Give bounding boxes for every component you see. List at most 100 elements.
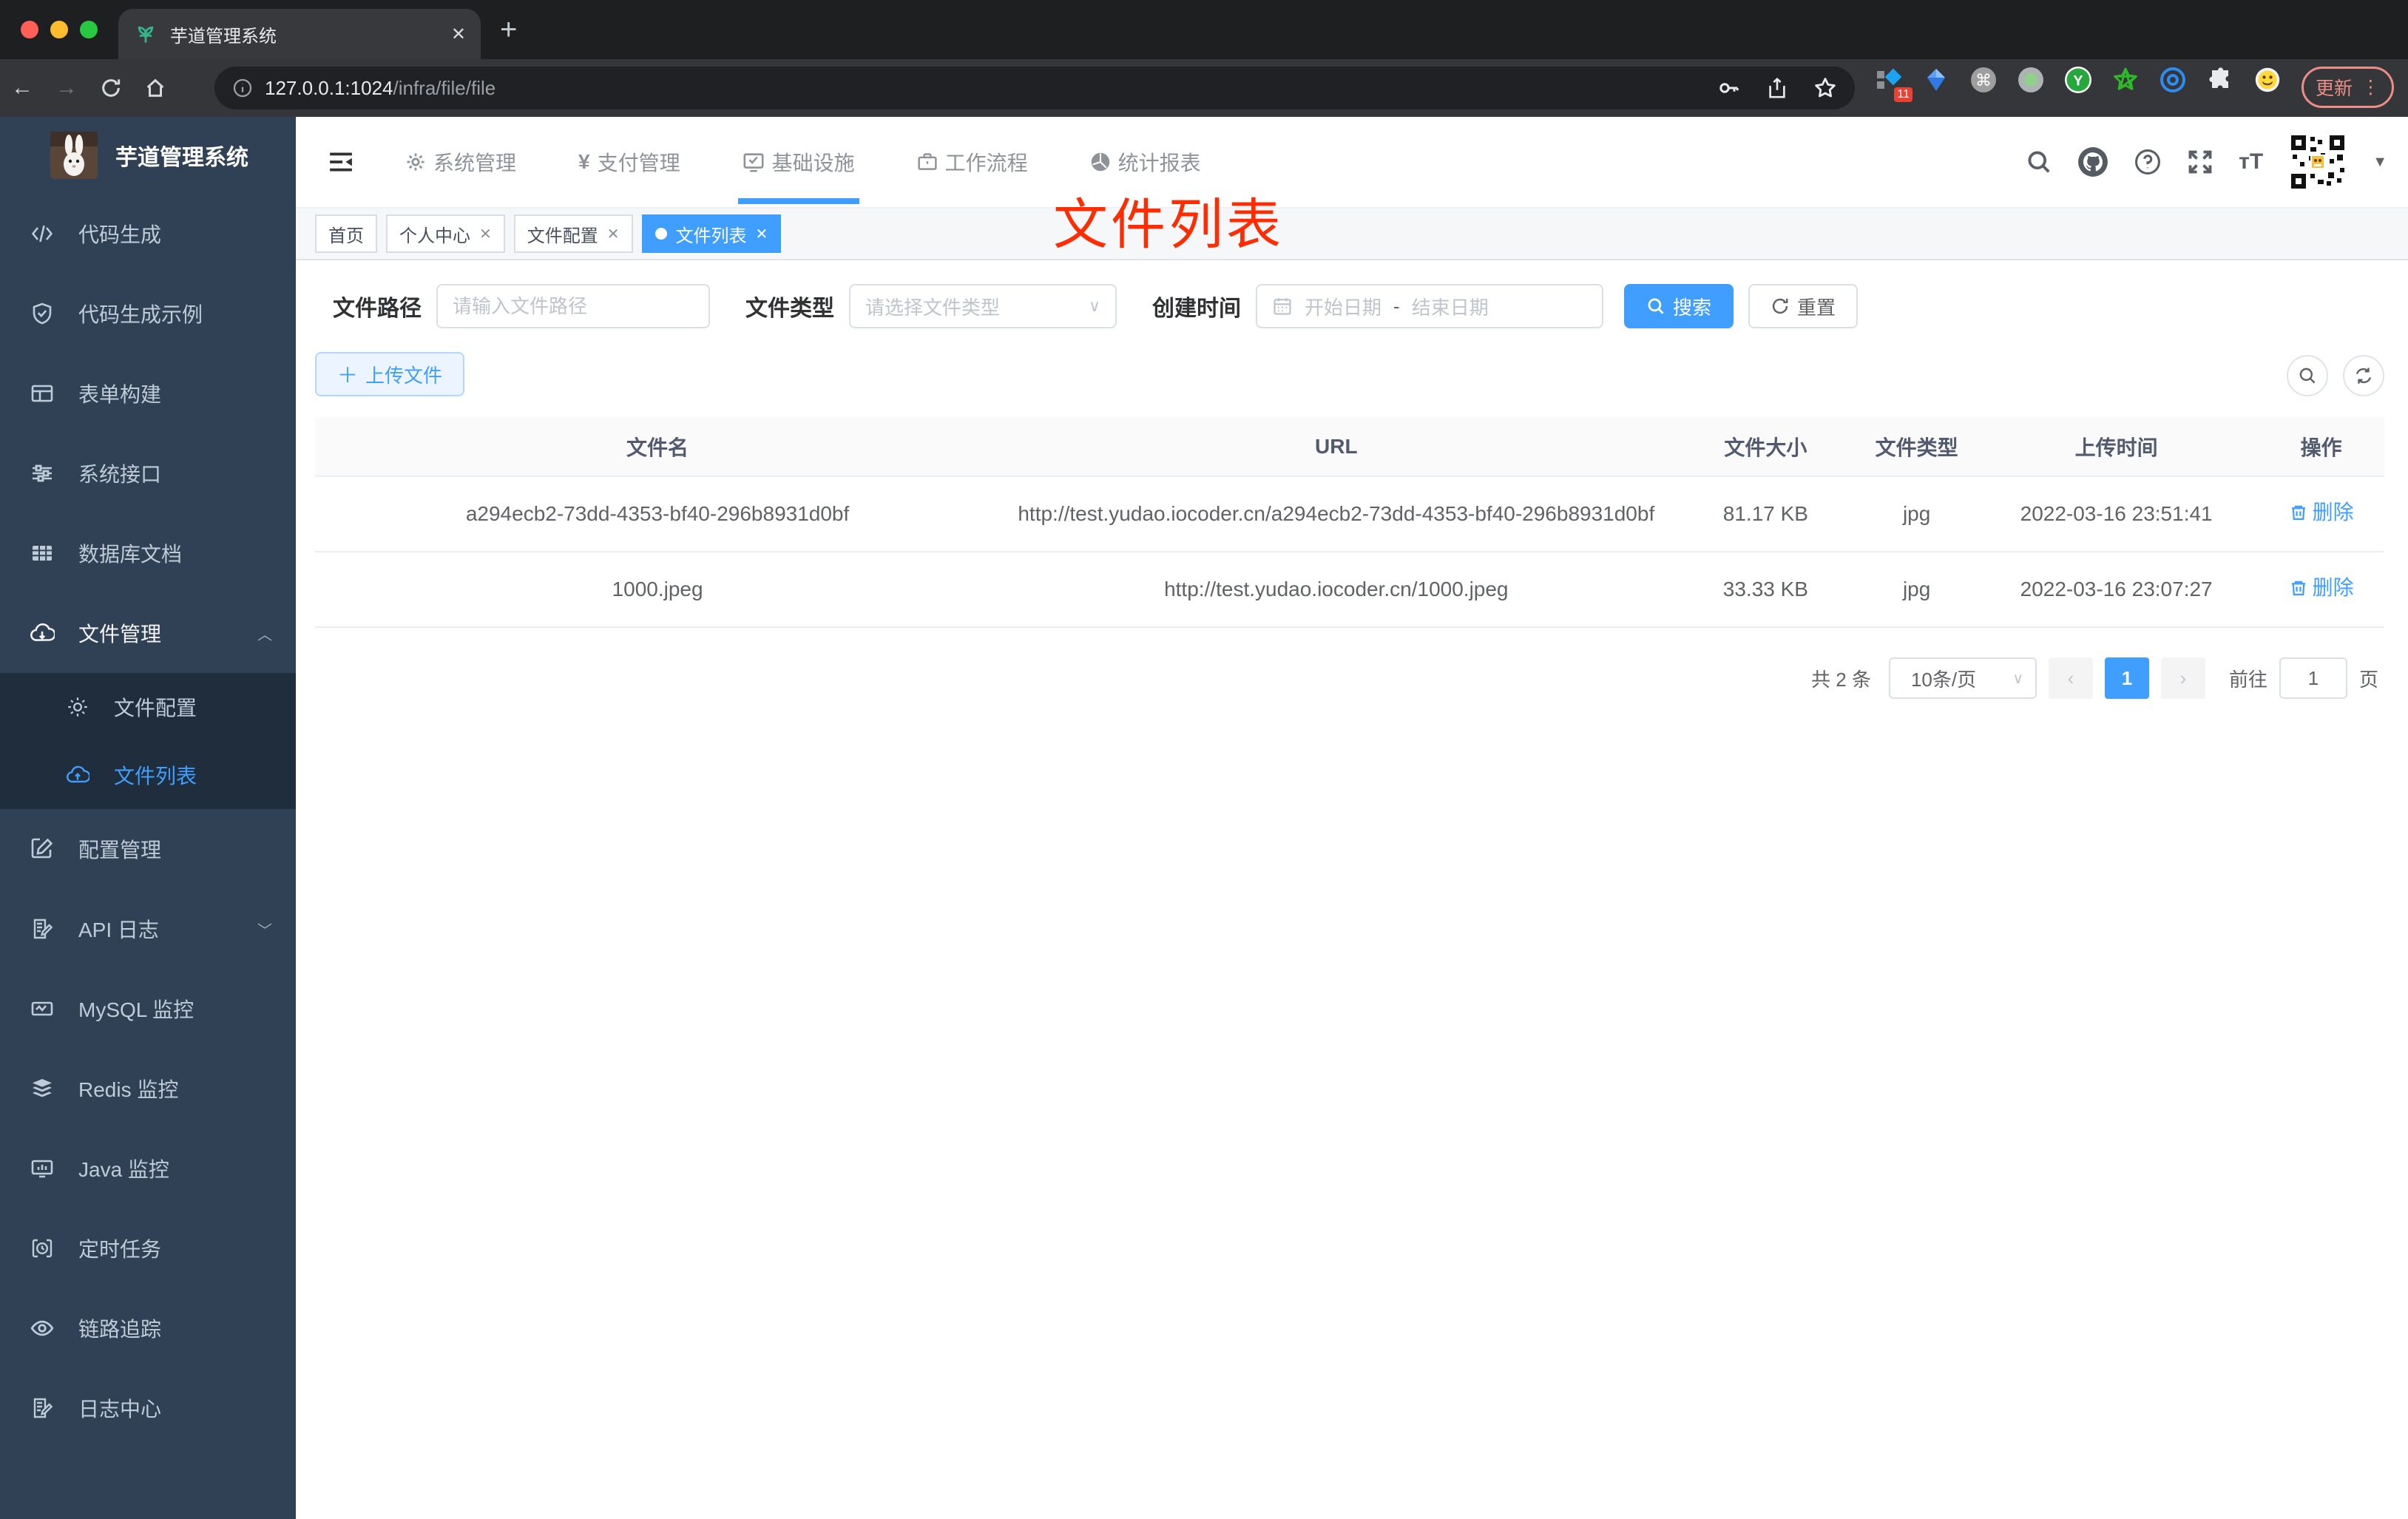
- tag-close-icon[interactable]: ✕: [479, 225, 492, 243]
- refresh-table-button[interactable]: [2343, 355, 2384, 396]
- page-1-button[interactable]: 1: [2104, 657, 2149, 699]
- sidebar-item-java-monitor[interactable]: Java 监控: [0, 1129, 296, 1208]
- sidebar-item-label: 表单构建: [78, 383, 162, 406]
- collapse-sidebar-icon[interactable]: [328, 149, 354, 175]
- sidebar-item-redis-monitor[interactable]: Redis 监控: [0, 1049, 296, 1129]
- end-date-placeholder: 结束日期: [1411, 296, 1489, 319]
- tag-profile[interactable]: 个人中心 ✕: [386, 214, 505, 253]
- show-search-toggle-button[interactable]: [2287, 355, 2328, 396]
- sidebar-item-code-gen[interactable]: 代码生成: [0, 194, 296, 274]
- top-menu-pay[interactable]: ¥ 支付管理: [547, 117, 711, 207]
- browser-tab[interactable]: 芋道管理系统 ✕: [118, 9, 481, 59]
- sidebar-item-label: Java 监控: [78, 1158, 169, 1181]
- sidebar-item-log-center[interactable]: 日志中心: [0, 1368, 296, 1448]
- active-dot: [655, 228, 667, 240]
- tag-close-icon[interactable]: ✕: [607, 225, 620, 243]
- sidebar-item-form-builder[interactable]: 表单构建: [0, 353, 296, 433]
- monitor-chart-icon: [30, 997, 55, 1021]
- reload-icon[interactable]: [89, 77, 133, 99]
- tag-home[interactable]: 首页: [315, 214, 377, 253]
- back-icon[interactable]: ←: [0, 75, 44, 101]
- sidebar-item-file-manage[interactable]: 文件管理 ︿: [0, 593, 296, 673]
- sidebar-item-config-manage[interactable]: 配置管理: [0, 809, 296, 889]
- search-button[interactable]: 搜索: [1624, 284, 1734, 328]
- extension-diamond-icon[interactable]: 11: [1876, 67, 1912, 102]
- minimize-window-button[interactable]: [50, 21, 68, 38]
- browser-menu-icon[interactable]: ⋮: [2361, 76, 2380, 98]
- search-icon[interactable]: [2026, 149, 2052, 175]
- extensions-puzzle-icon[interactable]: [2207, 67, 2233, 93]
- sidebar-item-system-api[interactable]: 系统接口: [0, 433, 296, 513]
- delete-button[interactable]: 删除: [2289, 496, 2354, 529]
- sidebar-item-code-demo[interactable]: 代码生成示例: [0, 274, 296, 353]
- reset-button[interactable]: 重置: [1748, 284, 1859, 328]
- extension-y-icon[interactable]: Y: [2065, 67, 2091, 93]
- goto-page-input[interactable]: [2279, 657, 2347, 699]
- github-icon[interactable]: [2077, 146, 2108, 177]
- select-placeholder: 请选择文件类型: [865, 296, 1001, 319]
- help-icon[interactable]: [2134, 148, 2162, 176]
- sidebar-item-api-log[interactable]: API 日志 ﹀: [0, 889, 296, 969]
- date-range-picker[interactable]: 开始日期 - 结束日期: [1256, 284, 1603, 328]
- sidebar-item-tracing[interactable]: 链路追踪: [0, 1288, 296, 1368]
- extension-grey-green-icon[interactable]: [2018, 67, 2044, 93]
- extension-command-icon[interactable]: ⌘: [1970, 67, 1997, 93]
- page-size-select[interactable]: 10条/页 ∨: [1888, 657, 2037, 699]
- next-page-button[interactable]: ›: [2160, 657, 2205, 699]
- sidebar-item-scheduled-jobs[interactable]: 定时任务: [0, 1208, 296, 1288]
- top-menu-system[interactable]: 系统管理: [374, 117, 547, 207]
- extensions-row: 11 ⌘ Y: [1876, 67, 2281, 102]
- home-icon[interactable]: [133, 77, 177, 99]
- cell-url: http://test.yudao.iocoder.cn/a294ecb2-73…: [1000, 476, 1673, 552]
- extension-kite-icon[interactable]: [1923, 67, 1949, 93]
- cell-size: 81.17 KB: [1672, 476, 1859, 552]
- sidebar-item-file-config[interactable]: 文件配置: [0, 673, 296, 741]
- top-menu-infra[interactable]: 基础设施: [711, 117, 886, 207]
- app-logo[interactable]: 芋道管理系统: [0, 117, 296, 194]
- delete-button[interactable]: 删除: [2289, 572, 2354, 604]
- extension-emoji-icon[interactable]: [2254, 67, 2281, 93]
- sidebar-item-label: MySQL 监控: [78, 998, 195, 1021]
- password-key-icon[interactable]: [1717, 76, 1741, 100]
- url-host: 127.0.0.1:1024: [265, 76, 393, 99]
- top-menu-workflow[interactable]: 工作流程: [886, 117, 1059, 207]
- zoom-window-button[interactable]: [80, 21, 98, 38]
- site-info-icon[interactable]: [232, 78, 253, 98]
- reset-button-label: 重置: [1797, 296, 1836, 319]
- tab-close-icon[interactable]: ✕: [451, 24, 466, 45]
- close-window-button[interactable]: [21, 21, 38, 38]
- share-icon[interactable]: [1766, 77, 1788, 99]
- font-size-icon[interactable]: ᴛT: [2239, 149, 2263, 175]
- upload-file-button[interactable]: ＋ 上传文件: [315, 352, 465, 396]
- avatar[interactable]: [2288, 132, 2348, 192]
- top-menu-label: 支付管理: [597, 152, 680, 175]
- top-menu-report[interactable]: 统计报表: [1059, 117, 1232, 207]
- col-size: 文件大小: [1672, 417, 1859, 477]
- file-path-input[interactable]: [436, 284, 710, 328]
- file-type-select[interactable]: 请选择文件类型 ∨: [849, 284, 1117, 328]
- url-bar[interactable]: 127.0.0.1:1024/infra/file/file: [214, 67, 1855, 109]
- extension-eye-icon[interactable]: [2160, 67, 2186, 93]
- browser-update-button[interactable]: 更新 ⋮: [2302, 67, 2395, 108]
- cell-upload-time: 2022-03-16 23:51:41: [1974, 476, 2259, 552]
- extension-star-icon[interactable]: [2112, 67, 2139, 93]
- avatar-caret-icon[interactable]: ▼: [2373, 154, 2387, 171]
- new-tab-button[interactable]: +: [500, 15, 517, 44]
- sidebar-item-mysql-monitor[interactable]: MySQL 监控: [0, 969, 296, 1049]
- forward-icon[interactable]: →: [44, 75, 89, 101]
- tag-close-icon[interactable]: ✕: [756, 225, 768, 243]
- page-content: 文件路径 文件类型 请选择文件类型 ∨ 创建时间 开始日期 - 结束日期: [296, 260, 2408, 1519]
- sidebar-item-db-doc[interactable]: 数据库文档: [0, 513, 296, 593]
- col-url: URL: [1000, 417, 1673, 477]
- tag-file-config[interactable]: 文件配置 ✕: [513, 214, 633, 253]
- prev-page-button[interactable]: ‹: [2048, 657, 2093, 699]
- fullscreen-icon[interactable]: [2187, 149, 2213, 175]
- tag-file-list[interactable]: 文件列表 ✕: [641, 214, 782, 253]
- bookmark-star-icon[interactable]: [1813, 76, 1837, 100]
- sidebar-submenu-file: 文件配置 文件列表: [0, 673, 296, 809]
- sidebar-item-file-list[interactable]: 文件列表: [0, 741, 296, 809]
- goto-label: 前往: [2228, 668, 2267, 691]
- trash-icon: [2291, 581, 2305, 596]
- calendar-icon: [1274, 298, 1291, 315]
- screen: 芋道管理系统 ✕ + ← → 127.0.0.1:1024/infra/file…: [0, 0, 2408, 1519]
